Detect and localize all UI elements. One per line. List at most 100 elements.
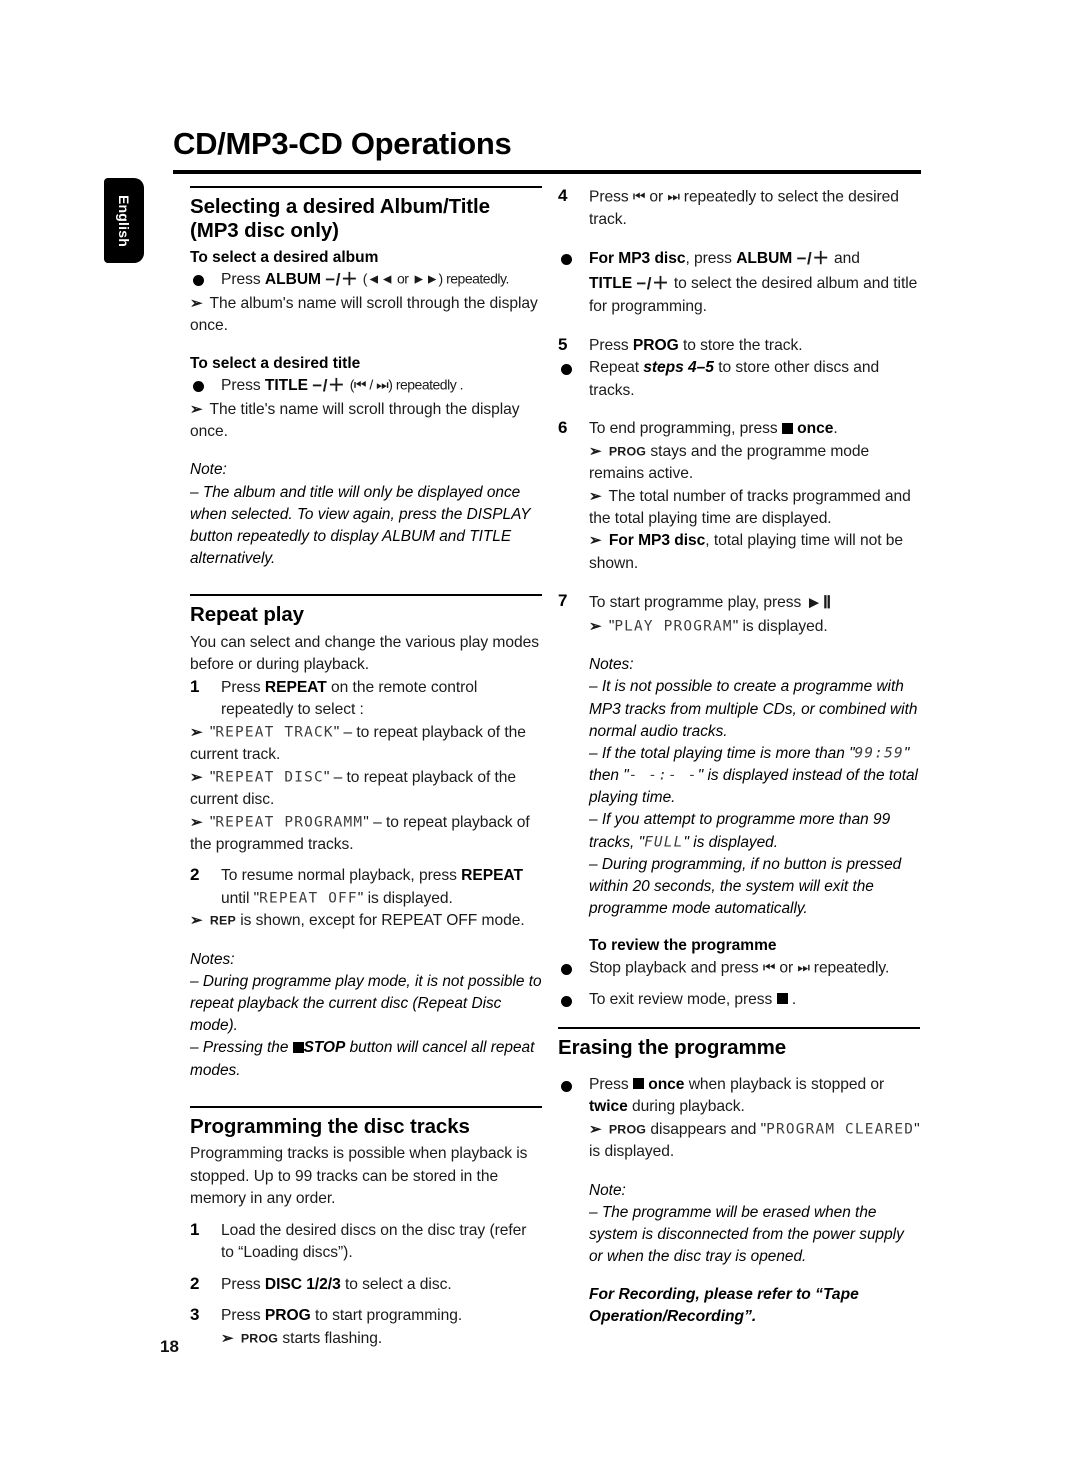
step-item: 1 Load the desired discs on the disc tra… [190,1220,542,1265]
press-label: Press [221,1275,261,1293]
instruction-head: To exit review mode, press [589,990,773,1008]
arrow-icon: ➢ [190,723,203,741]
step-number: 2 [190,1273,200,1293]
left-column: Selecting a desired Album/Title (MP3 dis… [190,186,542,1350]
list-item: Press once when playback is stopped or t… [558,1074,920,1119]
instruction-text: Repeat steps 4–5 to store other discs an… [589,357,920,402]
instruction-head: To end programming, press [589,420,778,438]
step-number: 7 [558,591,568,611]
arrow-icon: ➢ [221,1329,234,1347]
period: . [791,990,797,1008]
footnote-recording: For Recording, please refer to “Tape Ope… [589,1286,859,1326]
indicator-rep: REP [209,913,236,928]
instruction-text: Press DISC 1/2/3 to select a disc. [221,1274,542,1296]
result-text: The album's name will scroll through the… [190,294,538,335]
bullet-dot-icon [561,254,572,266]
result-line: ➢ For MP3 disc, total playing time will … [589,530,920,575]
repeat-label: Repeat [589,359,639,377]
page-number: 18 [160,1337,179,1356]
lcd-text-full: FULL [644,834,684,851]
section-divider [190,594,542,597]
arrow-icon: ➢ [190,813,203,831]
bullet-dot-icon [193,381,204,393]
step-number: 5 [558,334,568,354]
result-line: ➢ "REPEAT PROGRAMM" – to repeat playback… [190,813,530,853]
note-text: – If the total playing time is more than… [589,743,920,810]
arrow-icon: ➢ [589,532,602,550]
instruction-head: To start programme play, press [589,594,802,612]
subheading-select-title: To select a desired title [190,354,361,372]
play-pause-icon: ►Ⅱ [805,593,832,613]
bullet-dot-icon [561,995,572,1007]
skip-glyphs: (◄◄ or ►►) repeatedly. [362,270,510,287]
and-label: and [834,250,860,268]
result-line: ➢ The total number of tracks programmed … [589,486,920,531]
lcd-text-play-program: PLAY PROGRAM [614,618,733,635]
indicator-prog: PROG [240,1331,279,1346]
result-line: ➢ "REPEAT DISC" – to repeat playback of … [190,768,517,809]
bullet-dot-icon [561,963,572,975]
button-label-title: TITLE [264,377,308,395]
list-item: Stop playback and press ⏮ or ⏭ repeatedl… [558,957,920,980]
press-label: Press [589,188,629,206]
instruction-mid: , press [685,250,732,268]
stop-icon [292,1041,304,1053]
result-line: ➢ The title's name will scroll through t… [190,399,542,444]
lcd-text-repeat-track: REPEAT TRACK [215,724,334,741]
note-label: Note: [589,1181,626,1199]
section-divider [558,1027,920,1030]
instruction-text: Press ⏮ or ⏭ repeatedly to select the de… [589,186,920,231]
result-line: ➢ PROG disappears and "PROGRAM CLEARED" … [558,1119,920,1164]
button-label-prog: PROG [264,1307,311,1325]
arrow-icon: ➢ [190,768,203,786]
bullet-dot-icon [193,275,204,287]
steps-reference: steps 4–5 [643,359,714,377]
result-line: ➢ "REPEAT TRACK" – to repeat playback of… [190,723,526,764]
manual-page: CD/MP3-CD Operations English Selecting a… [0,0,1080,1480]
instruction-text: For MP3 disc, press ALBUM −/＋ and TITLE −… [589,247,920,318]
skip-next-icon: ⏭ [667,188,680,204]
step-item: 6 To end programming, press once. ➢ PROG… [558,418,920,575]
lcd-text-repeat-programm: REPEAT PROGRAMM [215,814,364,831]
button-label-stop: STOP [303,1039,346,1057]
step-item: 7 To start programme play, press ►Ⅱ ➢ "P… [558,591,920,638]
instruction-tail: to select a disc. [345,1275,452,1293]
list-item: Press ALBUM −/＋ (◄◄ or ►►) repeatedly. [190,268,542,292]
result-text: starts flashing. [282,1329,383,1347]
stop-icon [776,993,788,1005]
stop-icon [632,1078,644,1090]
arrow-icon: ➢ [589,442,602,460]
skip-previous-icon: ⏮ [762,958,776,975]
instruction-tail: to start programming. [314,1307,463,1325]
step-item: 5 Press PROG to store the track. [558,335,920,357]
bullet-dot-icon [561,364,572,376]
note-text: – The album and title will only be displ… [190,483,531,568]
title-divider [173,170,921,174]
instruction-mid: when playback is stopped or [688,1075,885,1093]
result-line: ➢ PROG starts flashing. [221,1328,542,1350]
language-tab-label: English [116,194,132,247]
result-text: is displayed. [742,617,828,635]
button-label-repeat: REPEAT [264,678,327,696]
once-label: once [648,1075,685,1093]
result-line: ➢ "PLAY PROGRAM" is displayed. [589,617,828,635]
language-tab: English [104,178,144,263]
instruction-text: To end programming, press once. [589,418,920,440]
lcd-text-dashes: - -:- - [628,767,698,784]
step-number: 6 [558,418,568,438]
lcd-text-9959: 99:59 [854,745,904,762]
list-item: Repeat steps 4–5 to store other discs an… [558,357,920,402]
period: . [833,420,838,438]
note-head: – Pressing the [190,1039,289,1057]
step-item: 2 Press DISC 1/2/3 to select a disc. [190,1274,542,1296]
note-head: – If the total playing time is more than… [589,744,855,762]
or-label: or [649,188,664,206]
section-title-select-album: Selecting a desired Album/Title (MP3 dis… [190,194,490,243]
lcd-text-program-cleared: PROGRAM CLEARED [766,1121,915,1138]
press-label: Press [589,1075,629,1093]
instruction-mid: until [221,889,250,907]
skip-previous-icon: ⏮ [632,188,646,204]
list-item: For MP3 disc, press ALBUM −/＋ and TITLE −… [558,247,920,318]
result-line: ➢ PROG stays and the programme mode rema… [589,441,920,486]
press-label: Press [221,1307,261,1325]
